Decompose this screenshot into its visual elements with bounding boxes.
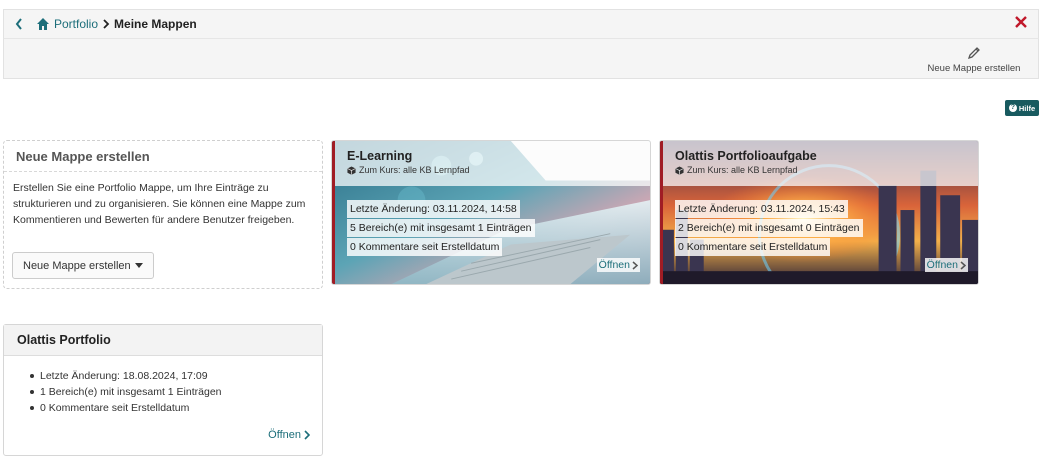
portfolio-card-comments: 0 Kommentare seit Erstelldatum — [675, 238, 831, 256]
toolbar: Neue Mappe erstellen — [3, 38, 1039, 79]
portfolio-card-open-link[interactable]: Öffnen — [924, 258, 968, 272]
new-portfolio-card-description: Erstellen Sie eine Portfolio Mappe, um I… — [13, 182, 306, 226]
portfolio-card-olattis-aufgabe[interactable]: Olattis Portfolioaufgabe Zum Kurs: alle … — [659, 140, 979, 285]
portfolio-card-last-change: Letzte Änderung: 03.11.2024, 15:43 — [675, 200, 848, 218]
breadcrumb-current: Meine Mappen — [114, 17, 197, 31]
open-label: Öffnen — [926, 259, 958, 271]
portfolio-card-elearning[interactable]: E-Learning Zum Kurs: alle KB Lernpfad Le… — [331, 140, 651, 285]
caret-down-icon — [134, 262, 143, 268]
back-button[interactable] — [8, 13, 30, 35]
home-icon[interactable] — [36, 17, 50, 31]
help-label: Hilfe — [1018, 103, 1036, 113]
chevron-right-icon — [304, 430, 310, 440]
portfolio-card-comments: 0 Kommentare seit Erstelldatum — [347, 238, 503, 256]
portfolio-card-course-label: Zum Kurs: alle KB Lernpfad — [359, 165, 470, 175]
breadcrumb-portfolio-link[interactable]: Portfolio — [54, 17, 98, 31]
portfolio-card-info: Letzte Änderung: 03.11.2024, 14:58 5 Ber… — [347, 200, 535, 257]
portfolio-card-course-label: Zum Kurs: alle KB Lernpfad — [687, 165, 798, 175]
portfolio-card-title: E-Learning — [347, 149, 413, 163]
close-button[interactable] — [1014, 15, 1030, 31]
chevron-left-icon — [15, 18, 22, 30]
question-icon: ? — [1008, 104, 1017, 112]
new-portfolio-tool-label: Neue Mappe erstellen — [927, 63, 1021, 74]
portfolio-card-header: E-Learning Zum Kurs: alle KB Lernpfad — [335, 141, 650, 186]
list-item: 0 Kommentare seit Erstelldatum — [30, 400, 322, 416]
portfolio-card-open-link[interactable]: Öffnen — [596, 258, 640, 272]
card-accent-bar — [660, 141, 663, 284]
pencil-icon — [967, 47, 980, 60]
portfolio-card-open-link[interactable]: Öffnen — [268, 429, 310, 441]
card-accent-bar — [332, 141, 335, 284]
chevron-right-icon — [632, 260, 638, 270]
cube-icon — [347, 165, 356, 175]
new-portfolio-dropdown-label: Neue Mappe erstellen — [23, 259, 131, 272]
new-portfolio-card: Neue Mappe erstellen Erstellen Sie eine … — [3, 140, 323, 289]
portfolio-card-title: Olattis Portfolio — [4, 325, 322, 356]
portfolio-card-course[interactable]: Zum Kurs: alle KB Lernpfad — [675, 165, 966, 175]
open-label: Öffnen — [268, 429, 301, 441]
portfolio-card-course[interactable]: Zum Kurs: alle KB Lernpfad — [347, 165, 638, 175]
new-portfolio-tool-button[interactable]: Neue Mappe erstellen — [926, 44, 1022, 74]
portfolio-card-last-change: Letzte Änderung: 03.11.2024, 14:58 — [347, 200, 520, 218]
open-label: Öffnen — [598, 259, 630, 271]
new-portfolio-card-title: Neue Mappe erstellen — [4, 141, 322, 172]
portfolio-card-header: Olattis Portfolioaufgabe Zum Kurs: alle … — [663, 141, 978, 186]
portfolio-card-details: Letzte Änderung: 18.08.2024, 17:09 1 Ber… — [4, 356, 322, 416]
portfolio-card-info: Letzte Änderung: 03.11.2024, 15:43 2 Ber… — [675, 200, 863, 257]
help-button[interactable]: ? Hilfe — [1005, 100, 1039, 116]
new-portfolio-dropdown-button[interactable]: Neue Mappe erstellen — [12, 252, 154, 279]
chevron-right-icon — [960, 260, 966, 270]
list-item: Letzte Änderung: 18.08.2024, 17:09 — [30, 368, 322, 384]
portfolio-card-title: Olattis Portfolioaufgabe — [675, 149, 817, 163]
list-item: 1 Bereich(e) mit insgesamt 1 Einträgen — [30, 384, 322, 400]
portfolio-card-sections: 5 Bereich(e) mit insgesamt 1 Einträgen — [347, 219, 535, 237]
portfolio-card-olattis-portfolio[interactable]: Olattis Portfolio Letzte Änderung: 18.08… — [3, 324, 323, 456]
chevron-right-icon — [103, 19, 110, 29]
portfolio-card-sections: 2 Bereich(e) mit insgesamt 0 Einträgen — [675, 219, 863, 237]
breadcrumb-bar: Portfolio Meine Mappen — [3, 9, 1039, 38]
cube-icon — [675, 165, 684, 175]
close-icon — [1015, 16, 1027, 28]
